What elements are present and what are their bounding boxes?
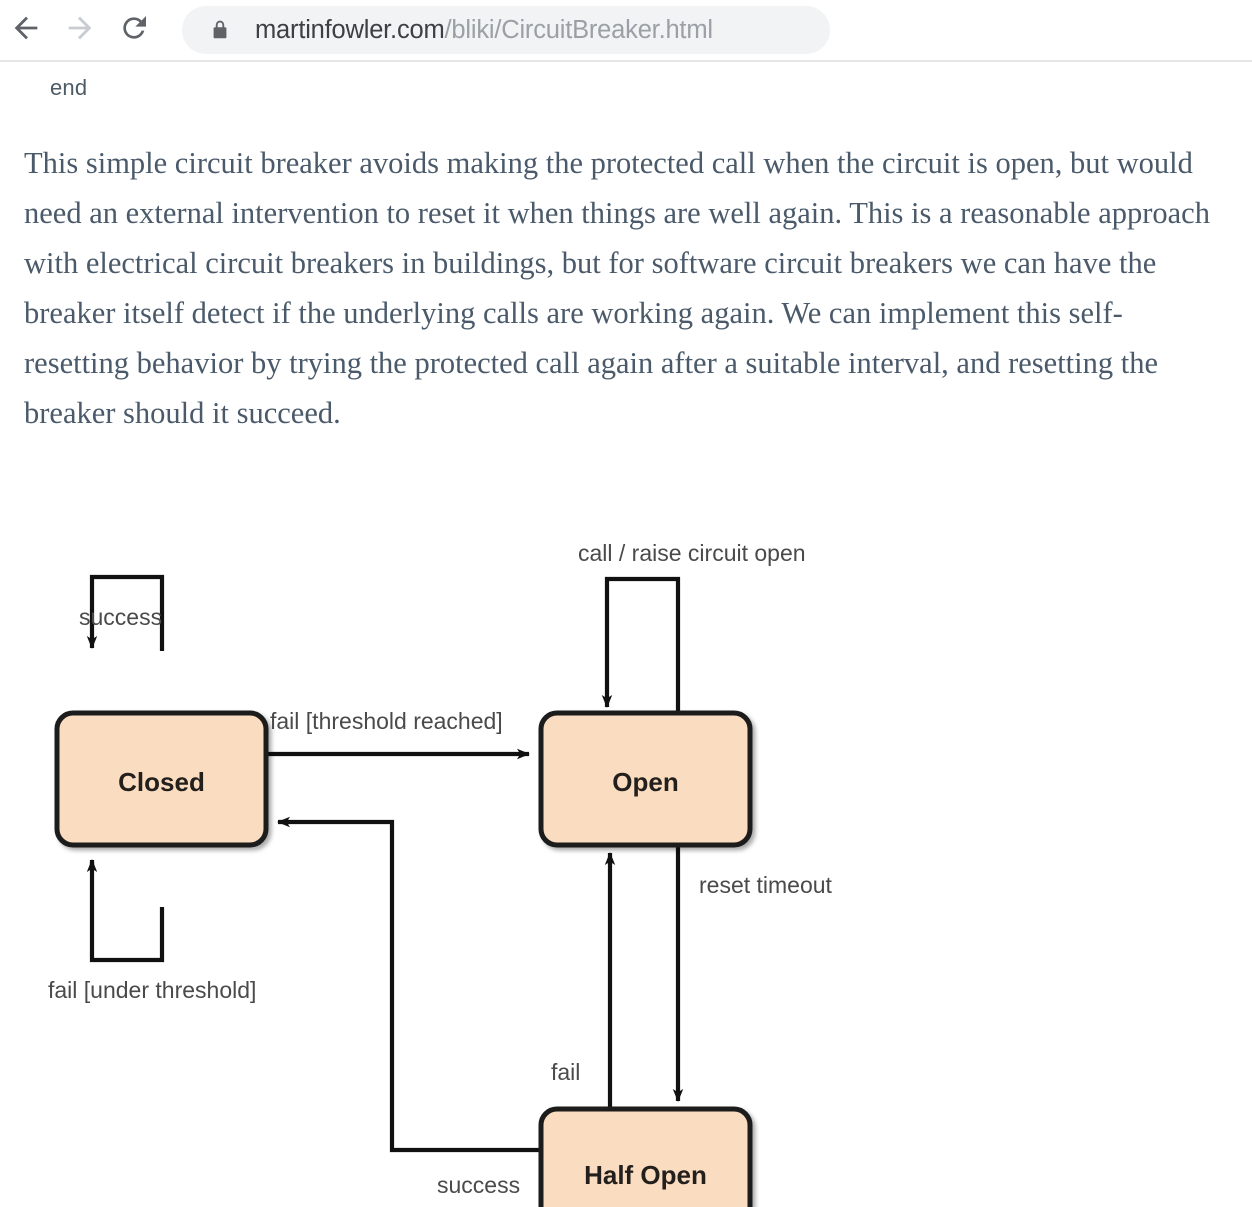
- state-node-half-open[interactable]: Half Open: [538, 1106, 753, 1207]
- diagram-edges: [86, 574, 684, 1153]
- url-host: martinfowler.com: [255, 15, 445, 44]
- state-label-closed: Closed: [118, 767, 205, 797]
- browser-toolbar: martinfowler.com/bliki/CircuitBreaker.ht…: [0, 0, 1252, 62]
- forward-button[interactable]: [57, 7, 103, 53]
- edge-label-call-raise-circuit-open: call / raise circuit open: [578, 540, 806, 566]
- edge-label-fail-threshold-reached: fail [threshold reached]: [270, 708, 503, 734]
- back-button[interactable]: [3, 7, 49, 53]
- arrow-right-icon: [63, 11, 97, 50]
- diagram-edge-labels: success fail [under threshold] fail [thr…: [48, 540, 833, 1198]
- edge-label-success-halfopen: success: [437, 1172, 520, 1198]
- reload-icon: [118, 12, 150, 49]
- state-node-open[interactable]: Open: [538, 710, 753, 848]
- url-path: /bliki/CircuitBreaker.html: [444, 15, 713, 44]
- state-label-half-open: Half Open: [584, 1160, 707, 1190]
- edge-label-fail-under-threshold: fail [under threshold]: [48, 977, 256, 1003]
- edge-label-fail-halfopen: fail: [551, 1059, 580, 1085]
- edge-label-success-closed: success: [79, 604, 162, 630]
- url-text: martinfowler.com/bliki/CircuitBreaker.ht…: [255, 16, 713, 45]
- state-label-open: Open: [612, 767, 678, 797]
- edge-open-self: [601, 576, 681, 713]
- lock-icon: [209, 18, 231, 42]
- state-node-closed[interactable]: Closed: [54, 710, 269, 848]
- edge-label-reset-timeout: reset timeout: [699, 872, 833, 898]
- circuit-breaker-state-diagram: Closed Open Half Open success fail [unde…: [0, 62, 1252, 1207]
- edge-halfopen-to-closed: [277, 816, 541, 1153]
- address-bar[interactable]: martinfowler.com/bliki/CircuitBreaker.ht…: [182, 6, 830, 54]
- edge-closed-self-fail: [86, 859, 165, 963]
- arrow-left-icon: [9, 11, 43, 50]
- page-viewport: end This simple circuit breaker avoids m…: [0, 62, 1252, 1207]
- reload-button[interactable]: [111, 7, 157, 53]
